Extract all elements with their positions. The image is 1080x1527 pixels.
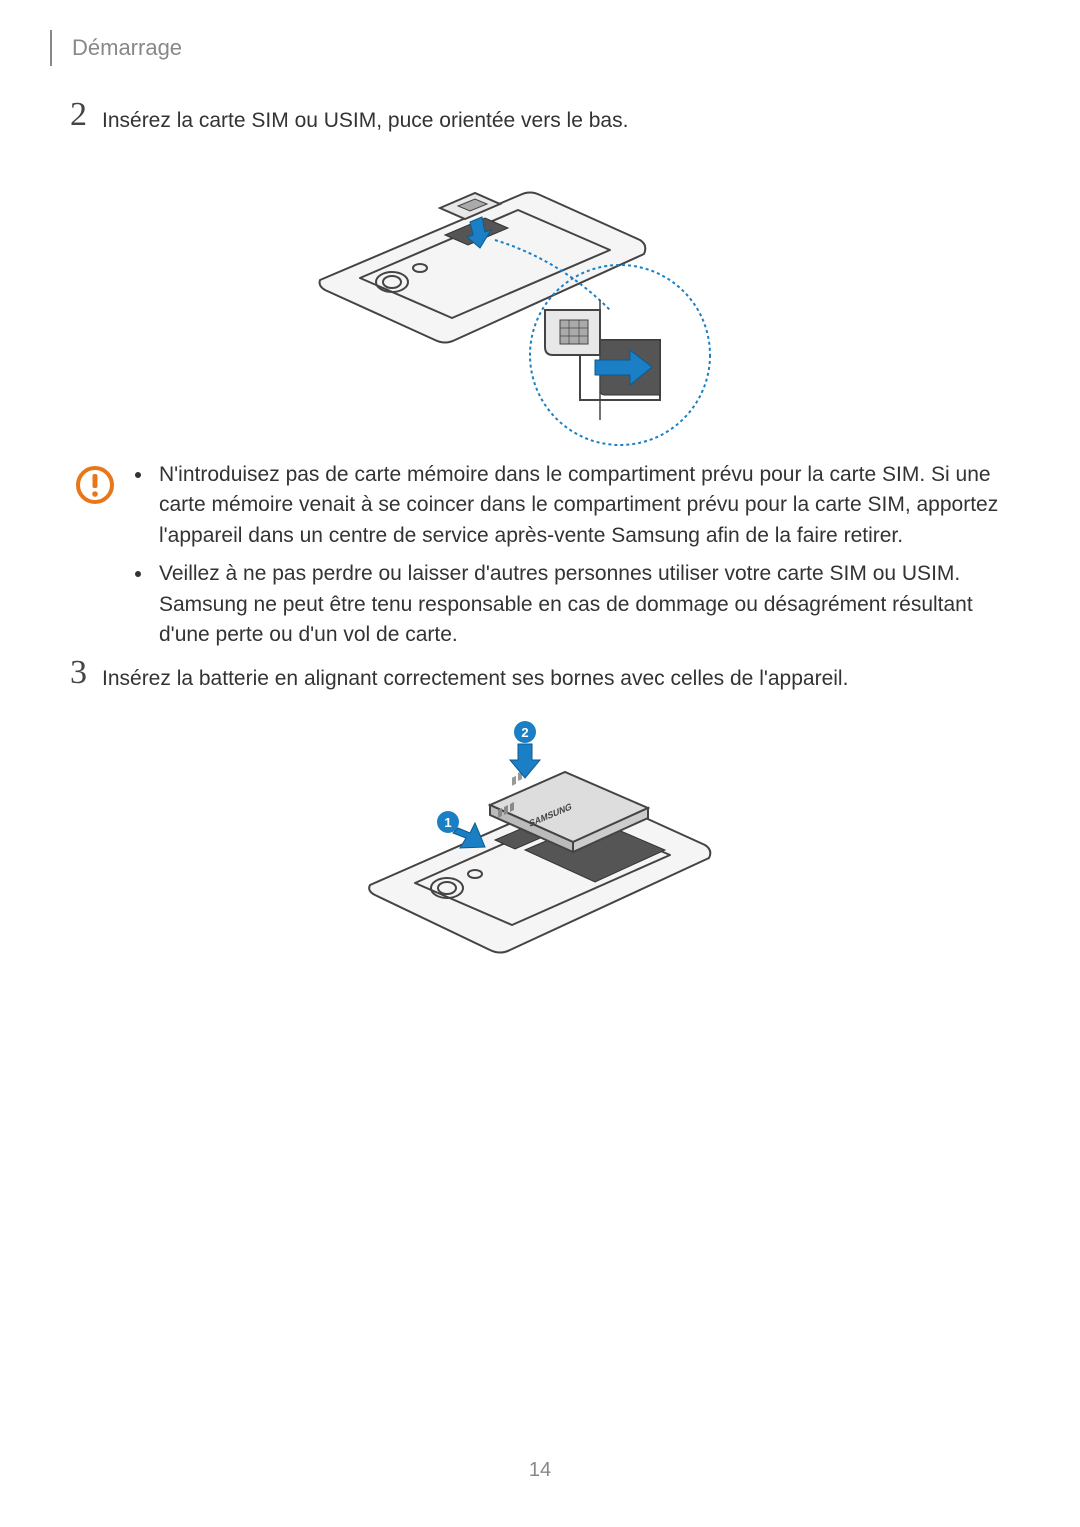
header-divider: [50, 30, 52, 66]
callout-2: 2: [521, 725, 528, 740]
bullet-dot: [135, 571, 141, 577]
page-number: 14: [529, 1459, 551, 1482]
step-2-text: Insérez la carte SIM ou USIM, puce orien…: [102, 106, 628, 135]
caution-text-2: Veillez à ne pas perdre ou laisser d'aut…: [159, 559, 1020, 650]
header-title: Démarrage: [72, 35, 182, 61]
step-3-row: 3 Insérez la batterie en alignant correc…: [70, 656, 848, 693]
caution-icon: [75, 465, 115, 505]
caution-bullet-1: N'introduisez pas de carte mémoire dans …: [135, 460, 1020, 551]
caution-text-1: N'introduisez pas de carte mémoire dans …: [159, 460, 1020, 551]
step-3-text: Insérez la batterie en alignant correcte…: [102, 664, 848, 693]
caution-bullet-list: N'introduisez pas de carte mémoire dans …: [135, 460, 1020, 659]
figure-battery-insertion: SAMSUNG 1 2: [340, 720, 740, 980]
caution-block: N'introduisez pas de carte mémoire dans …: [75, 460, 1020, 659]
bullet-dot: [135, 472, 141, 478]
step-2-row: 2 Insérez la carte SIM ou USIM, puce ori…: [70, 98, 628, 135]
page-header: Démarrage: [50, 30, 182, 66]
callout-1: 1: [444, 815, 451, 830]
figure-sim-insertion: [300, 160, 760, 455]
step-3-number: 3: [70, 656, 102, 690]
step-2-number: 2: [70, 98, 102, 132]
caution-bullet-2: Veillez à ne pas perdre ou laisser d'aut…: [135, 559, 1020, 650]
